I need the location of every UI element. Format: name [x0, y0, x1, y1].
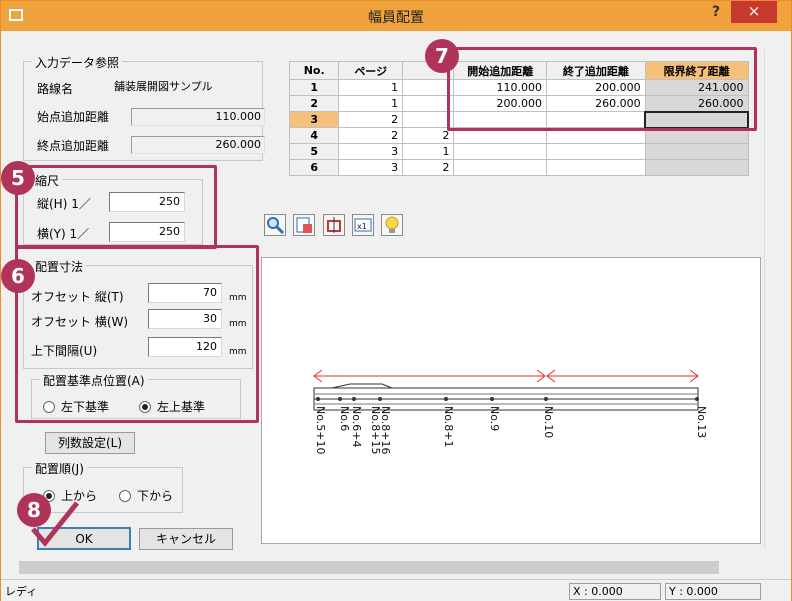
- route-label: 路線名: [37, 82, 74, 96]
- col-header-no: No.: [288, 61, 340, 80]
- station-label: No.8+16: [379, 406, 392, 454]
- radio-dot-icon: [119, 489, 131, 502]
- col-header-page: ページ: [338, 61, 404, 80]
- callout-box-scale: [15, 165, 217, 249]
- help-button[interactable]: ?: [701, 1, 731, 25]
- callout-box-table: [447, 47, 757, 131]
- callout-box-dims: [15, 245, 259, 423]
- horizontal-scrollbar[interactable]: [5, 559, 765, 576]
- status-bar: レディ X : 0.000 Y : 0.000: [1, 579, 791, 601]
- center-icon[interactable]: [323, 214, 345, 236]
- callout-badge-5: 5: [1, 161, 35, 195]
- window-title: 幅員配置: [368, 10, 424, 26]
- callout-badge-6: 6: [1, 259, 35, 293]
- close-button[interactable]: ×: [731, 1, 777, 23]
- road-drawing: No.5+10 No.6 No.6+4 No.8+15 No.8+16 No.8…: [313, 369, 708, 454]
- svg-text:x1: x1: [357, 222, 367, 231]
- status-y-coord: Y : 0.000: [665, 583, 761, 600]
- station-label: No.6: [338, 406, 351, 431]
- station-label: No.10: [542, 406, 555, 438]
- dialog-window: 幅員配置 ? × 入力データ参照 路線名 舗装展開図サンプル 始点追加距離 11…: [0, 0, 792, 601]
- vertical-scrollbar[interactable]: [764, 49, 781, 549]
- lightbulb-icon[interactable]: [381, 214, 403, 236]
- status-text: レディ: [5, 585, 38, 598]
- start-distance-label: 始点追加距離: [37, 110, 110, 124]
- cancel-button[interactable]: キャンセル: [139, 528, 233, 550]
- actual-size-icon[interactable]: x1: [352, 214, 374, 236]
- station-label: No.8+1: [442, 406, 455, 447]
- title-bar: 幅員配置 ? ×: [1, 1, 791, 31]
- fit-page-icon[interactable]: [293, 214, 315, 236]
- station-label: No.6+4: [350, 406, 363, 447]
- scroll-thumb[interactable]: [19, 561, 719, 574]
- end-distance-label: 終点追加距離: [37, 139, 110, 153]
- checkmark-icon: [31, 501, 79, 547]
- callout-badge-7: 7: [425, 39, 459, 73]
- input-ref-legend: 入力データ参照: [32, 54, 123, 71]
- preview-canvas[interactable]: No.5+10 No.6 No.6+4 No.8+15 No.8+16 No.8…: [261, 257, 761, 544]
- column-settings-button[interactable]: 列数設定(L): [45, 432, 135, 454]
- table-row[interactable]: 6 3 2: [288, 159, 749, 176]
- table-row[interactable]: 5 3 1: [288, 143, 749, 160]
- zoom-icon[interactable]: [264, 214, 286, 236]
- order-bottom-radio[interactable]: 下から: [119, 487, 173, 504]
- status-x-coord: X : 0.000: [569, 583, 661, 600]
- order-legend: 配置順(J): [32, 460, 87, 477]
- end-distance-value: 260.000: [131, 136, 265, 154]
- route-value: 舗装展開図サンプル: [114, 80, 213, 93]
- station-label: No.5+10: [314, 406, 327, 454]
- station-label: No.9: [488, 406, 501, 431]
- start-distance-value: 110.000: [131, 108, 265, 126]
- station-label: No.13: [695, 406, 708, 438]
